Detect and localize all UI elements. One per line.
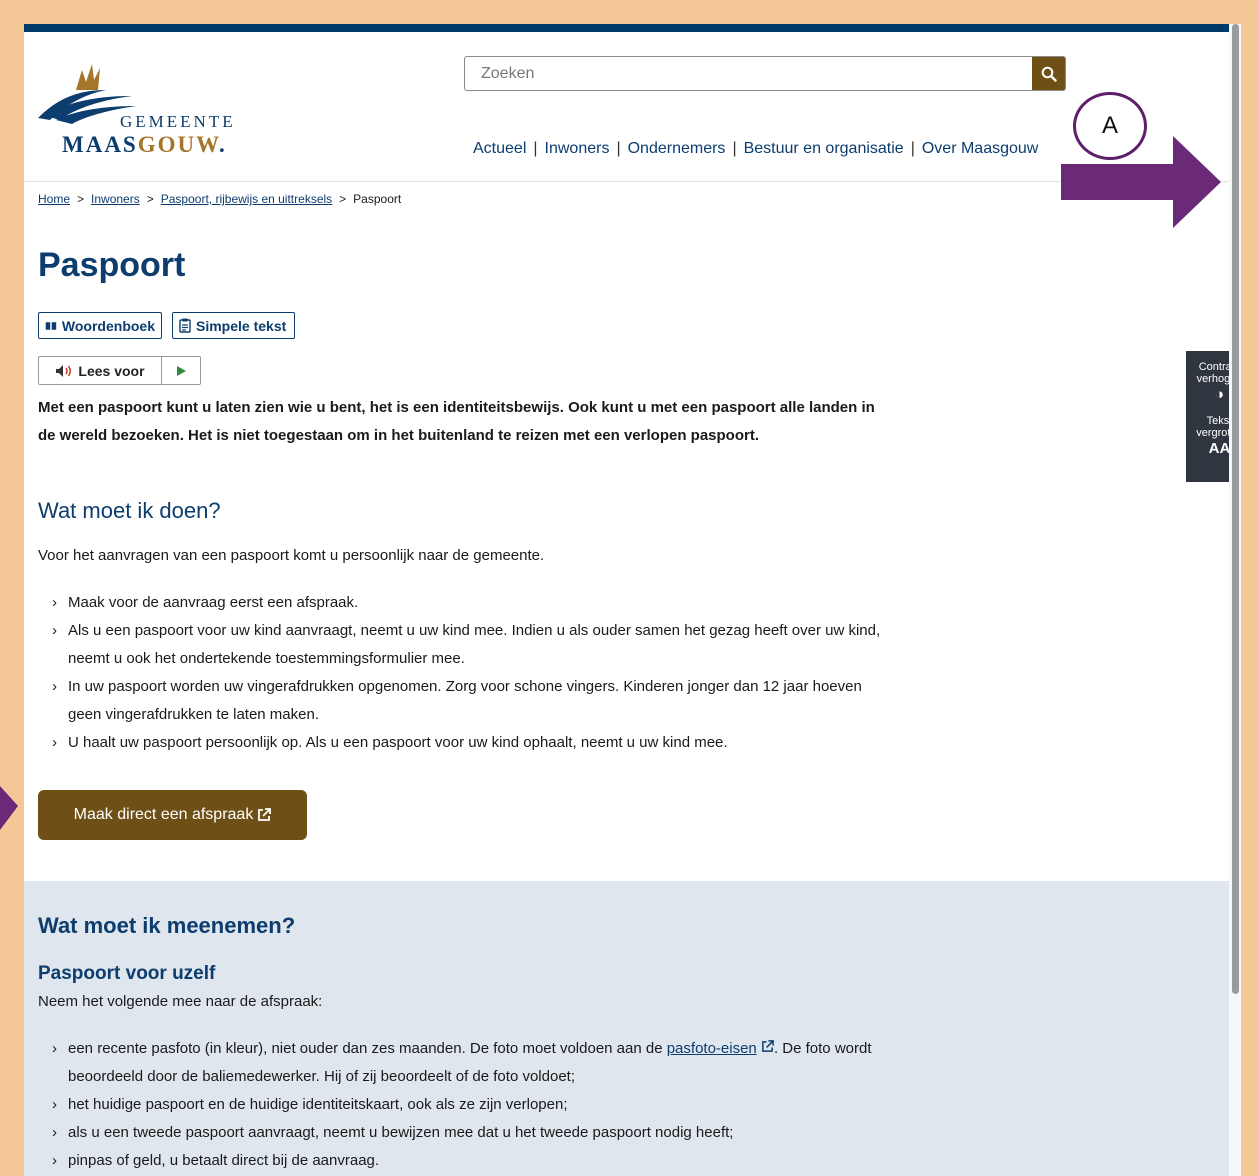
breadcrumb-chevron-icon: > [146,192,154,206]
list-item: › U haalt uw paspoort persoonlijk op. Als… [52,729,882,757]
logo-text-gouw: GOUW [137,132,220,157]
top-accent-bar [24,24,1229,32]
text-enlarge-label-2: vergroten [1196,427,1229,439]
logo-text-gemeente: GEMEENTE [120,112,236,131]
contrast-label-2: verhogen [1196,373,1229,385]
external-link-icon [258,808,272,821]
meenemen-intro-text: Neem het volgende mee naar de afspraak: [38,993,323,1010]
book-icon [45,321,57,330]
list-item: › het huidige paspoort en de huidige iden… [52,1091,882,1119]
pasfoto-eisen-link[interactable]: pasfoto-eisen [667,1040,757,1057]
list-item-text: Maak voor de aanvraag eerst een afspraak… [68,594,359,611]
logo-text-dot: . [219,132,227,157]
annotation-arrow-right-icon [1061,136,1221,228]
list-item: › pinpas of geld, u betaalt direct bij de… [52,1147,882,1175]
search-box [464,56,1066,91]
heading-paspoort-voor-uzelf: Paspoort voor uzelf [38,963,216,984]
site-header: GEMEENTE MAASGOUW. Actueel|Inwoners|Onde… [24,32,1229,182]
breadcrumb-chevron-icon: > [339,192,347,206]
accessibility-toolbar: Contrast verhogen ◑ Tekst vergroten AA [1186,351,1229,482]
lees-voor-label: Lees voor [78,362,145,379]
woordenboek-button[interactable]: Woordenboek [38,312,162,339]
contrast-icon: ◑ [1214,386,1225,403]
text-enlarge-button[interactable]: Tekst vergroten AA [1186,415,1229,457]
list-item: › Maak voor de aanvraag eerst een afspraa… [52,589,882,617]
list-item: › In uw paspoort worden uw vingerafdrukke… [52,673,882,729]
breadcrumb-home[interactable]: Home [38,192,70,206]
contrast-button[interactable]: Contrast verhogen ◑ [1186,361,1229,403]
search-input[interactable] [465,57,1033,90]
logo-text-maasgouw: MAASGOUW. [62,132,227,158]
list-item: › een recente pasfoto (in kleur), niet ou… [52,1035,882,1091]
chevron-right-icon: › [52,1096,57,1113]
heading-wat-moet-ik-doen: Wat moet ik doen? [38,498,221,523]
browser-page: GEMEENTE MAASGOUW. Actueel|Inwoners|Onde… [24,24,1229,1176]
meenemen-section: Wat moet ik meenemen? Paspoort voor uzel… [24,881,1229,1176]
text-enlarge-label-1: Tekst [1206,415,1229,427]
breadcrumb: Home > Inwoners > Paspoort, rijbewijs en uit… [38,192,401,206]
doen-list: › Maak voor de aanvraag eerst een afspraa… [52,589,882,757]
lees-voor-player: Lees voor [38,356,201,385]
chevron-right-icon: › [52,678,57,695]
breadcrumb-paspoort-section[interactable]: Paspoort, rijbewijs en uittreksels [161,192,332,206]
text-size-icon: AA [1208,440,1229,457]
list-item-text: het huidige paspoort en de huidige ident… [68,1096,568,1113]
doen-intro-text: Voor het aanvragen van een paspoort komt… [38,547,545,564]
simpele-tekst-label: Simpele tekst [196,317,287,334]
nav-inwoners[interactable]: Inwoners [545,140,610,157]
main-navigation: Actueel | Inwoners | Ondernemers | Bestuur en … [473,140,1039,157]
list-item-text: In uw paspoort worden uw vingerafdrukken… [68,678,862,723]
maak-afspraak-button[interactable]: Maak direct een afspraak [38,790,307,840]
page-title: Paspoort [38,246,186,284]
clipboard-icon [179,318,191,333]
list-item-text: als u een tweede paspoort aanvraagt, nee… [68,1124,734,1141]
list-item-text: pinpas of geld, u betaalt direct bij de … [68,1152,380,1169]
breadcrumb-current: Paspoort [353,192,402,206]
search-button[interactable] [1032,57,1065,90]
annotation-arrow-partial-icon [0,786,18,830]
external-link-icon [762,1040,774,1052]
nav-ondernemers[interactable]: Ondernemers [628,140,726,157]
chevron-right-icon: › [52,594,57,611]
chevron-right-icon: › [52,1124,57,1141]
simpele-tekst-button[interactable]: Simpele tekst [172,312,295,339]
heading-wat-moet-ik-meenemen: Wat moet ik meenemen? [38,913,296,938]
search-icon [1041,66,1057,82]
breadcrumb-inwoners[interactable]: Inwoners [91,192,140,206]
nav-bestuur-en-organisatie[interactable]: Bestuur en organisatie [744,140,904,157]
lees-voor-button[interactable]: Lees voor [39,357,162,384]
woordenboek-label: Woordenboek [61,317,155,334]
list-item: › als u een tweede paspoort aanvraagt, ne… [52,1119,882,1147]
play-button[interactable] [162,357,200,384]
list-item-text: U haalt uw paspoort persoonlijk op. Als … [68,734,728,751]
chevron-right-icon: › [52,734,57,751]
list-item-text: Als u een paspoort voor uw kind aanvraag… [68,622,881,667]
meenemen-list: › een recente pasfoto (in kleur), niet ou… [52,1035,882,1175]
chevron-right-icon: › [52,1152,57,1169]
scrollbar-thumb[interactable] [1232,24,1239,994]
logo-text-maas: MAAS [62,132,138,157]
pasfoto-eisen-label: pasfoto-eisen [666,1040,757,1057]
nav-actueel[interactable]: Actueel [473,140,526,157]
chevron-right-icon: › [52,622,57,639]
chevron-right-icon: › [52,1040,57,1057]
speaker-icon [56,364,72,377]
intro-text: Met een paspoort kunt u laten zien wie u… [38,399,875,444]
list-item-text: een recente pasfoto (in kleur), niet oud… [68,1040,667,1057]
maak-afspraak-label: Maak direct een afspraak [73,806,254,823]
list-item: › Als u een paspoort voor uw kind aanvraa… [52,617,882,673]
play-icon [177,365,186,376]
contrast-label-1: Contrast [1198,361,1229,373]
nav-over-maasgouw[interactable]: Over Maasgouw [922,140,1039,157]
site-logo[interactable]: GEMEENTE MAASGOUW. [36,60,256,160]
breadcrumb-chevron-icon: > [77,192,85,206]
